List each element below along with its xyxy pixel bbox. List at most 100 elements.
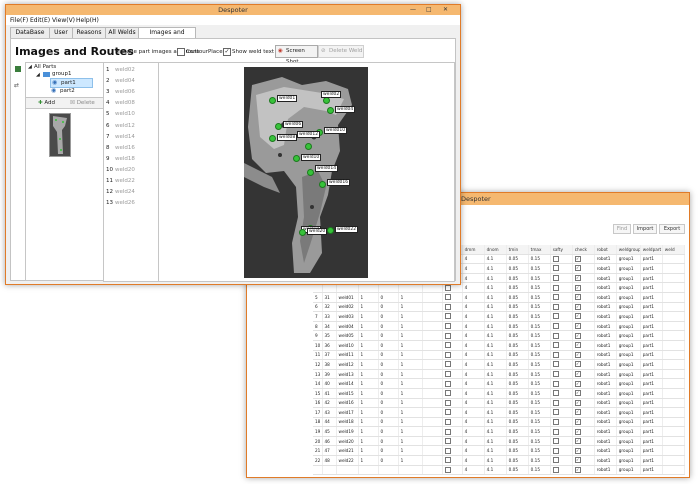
weld-label[interactable]: weld04 (335, 106, 356, 113)
tree-part-selected[interactable]: ◉ part1 (50, 78, 93, 88)
row-checkbox[interactable] (444, 303, 451, 310)
tab-database[interactable]: DataBase (10, 27, 50, 38)
row-checkbox[interactable] (444, 371, 451, 378)
weld-label[interactable]: weld016 (327, 179, 351, 186)
route-icon[interactable]: ⇄ (14, 82, 19, 89)
row-checkbox[interactable] (444, 284, 451, 291)
column-header[interactable]: weld (662, 245, 686, 255)
find-button[interactable]: Find (613, 224, 631, 234)
row-checkbox[interactable] (444, 428, 451, 435)
table-row[interactable]: 19 45 weld19 1 0 1 4 4.1 0.05 0.15 ✓ robot1 group1 pa… (313, 426, 686, 437)
column-header[interactable]: weldgroup (616, 245, 641, 255)
row-checkbox[interactable] (444, 342, 451, 349)
column-header[interactable]: dnom (484, 245, 507, 255)
check-checkbox[interactable]: ✓ (574, 380, 581, 387)
check-checkbox[interactable]: ✓ (574, 342, 581, 349)
weld-list[interactable]: 1 weld02 2 weld04 3 weld06 4 weld08 5 weld10 6 weld… (103, 62, 160, 282)
row-checkbox[interactable] (444, 351, 451, 358)
menu-edit[interactable]: Edit(E) (30, 17, 50, 24)
safety-checkbox[interactable] (552, 457, 559, 464)
check-checkbox[interactable]: ✓ (574, 438, 581, 445)
table-row[interactable]: 8 34 weld04 1 0 1 4 4.1 0.05 0.15 ✓ robot1 group1 par… (313, 321, 686, 332)
safety-checkbox[interactable] (552, 303, 559, 310)
column-header[interactable]: tmin (506, 245, 529, 255)
column-header[interactable]: check (572, 245, 595, 255)
safety-checkbox[interactable] (552, 255, 559, 262)
delete-weld-button[interactable]: ⊘ Delete Weld (318, 45, 364, 58)
column-header[interactable]: weldpart (640, 245, 663, 255)
check-checkbox[interactable]: ✓ (574, 447, 581, 454)
expand-icon[interactable]: ◢ (36, 72, 40, 78)
safety-checkbox[interactable] (552, 438, 559, 445)
check-checkbox[interactable]: ✓ (574, 275, 581, 282)
check-checkbox[interactable]: ✓ (574, 265, 581, 272)
weld-label[interactable]: weld012 (297, 131, 321, 138)
table-row[interactable]: 15 41 weld15 1 0 1 4 4.1 0.05 0.15 ✓ robot1 group1 pa… (313, 388, 686, 399)
contour-place-checkbox[interactable] (177, 48, 185, 56)
row-checkbox[interactable] (444, 399, 451, 406)
image-thumbnails[interactable] (25, 108, 106, 281)
parts-tree[interactable]: ◢ All Parts ◢ group1 ◉ part1 ◉ part2 (25, 62, 106, 98)
column-header[interactable]: safty (550, 245, 573, 255)
safety-checkbox[interactable] (552, 342, 559, 349)
weld-list-item[interactable]: 9 weld18 (104, 154, 159, 165)
weld-list-item[interactable]: 6 weld12 (104, 121, 159, 132)
check-checkbox[interactable]: ✓ (574, 313, 581, 320)
thumbnail-image[interactable] (49, 113, 71, 157)
add-button[interactable]: ✚ Add (38, 99, 55, 107)
check-checkbox[interactable]: ✓ (574, 390, 581, 397)
tree-root[interactable]: All Parts (34, 64, 56, 70)
check-checkbox[interactable]: ✓ (574, 457, 581, 464)
table-row[interactable]: 18 44 weld18 1 0 1 4 4.1 0.05 0.15 ✓ robot1 group1 pa… (313, 417, 686, 428)
safety-checkbox[interactable] (552, 418, 559, 425)
close-icon[interactable]: ✕ (443, 6, 448, 13)
check-checkbox[interactable]: ✓ (574, 332, 581, 339)
weld-point-marker[interactable] (269, 97, 276, 104)
row-checkbox[interactable] (444, 332, 451, 339)
check-checkbox[interactable]: ✓ (574, 399, 581, 406)
check-checkbox[interactable]: ✓ (574, 409, 581, 416)
safety-checkbox[interactable] (552, 447, 559, 454)
export-button[interactable]: Export (659, 224, 685, 234)
table-row[interactable]: 22 48 weld22 1 0 1 4 4.1 0.05 0.15 ✓ robot1 group1 pa… (313, 455, 686, 466)
safety-checkbox[interactable] (552, 409, 559, 416)
weld-label[interactable]: weld010 (324, 127, 348, 134)
weld-point-marker[interactable] (327, 107, 334, 114)
layer-icon[interactable] (15, 66, 21, 72)
weld-list-item[interactable]: 5 weld10 (104, 109, 159, 120)
weld-list-item[interactable]: 12 weld24 (104, 187, 159, 198)
show-weld-text-checkbox[interactable]: ✓ (223, 48, 231, 56)
maximize-icon[interactable]: □ (426, 6, 432, 13)
table-row[interactable]: 7 33 weld03 1 0 1 4 4.1 0.05 0.15 ✓ robot1 group1 par… (313, 311, 686, 322)
row-checkbox[interactable] (444, 361, 451, 368)
weld-list-item[interactable]: 13 weld26 (104, 198, 159, 209)
safety-checkbox[interactable] (552, 284, 559, 291)
screen-shot-button[interactable]: ◉ Screen Shot (275, 45, 318, 65)
weld-list-item[interactable]: 7 weld14 (104, 132, 159, 143)
safety-checkbox[interactable] (552, 371, 559, 378)
import-button[interactable]: Import (633, 224, 657, 234)
row-checkbox[interactable] (444, 418, 451, 425)
table-row[interactable]: 12 38 weld12 1 0 1 4 4.1 0.05 0.15 ✓ robot1 group1 pa… (313, 359, 686, 370)
tree-part-2[interactable]: part2 (60, 88, 75, 94)
table-row[interactable]: 17 43 weld17 1 0 1 4 4.1 0.05 0.15 ✓ robot1 group1 pa… (313, 407, 686, 418)
menu-file[interactable]: File(F) (10, 17, 28, 24)
row-checkbox[interactable] (444, 466, 451, 473)
weld-point-marker[interactable] (307, 169, 314, 176)
safety-checkbox[interactable] (552, 323, 559, 330)
weld-label[interactable]: weld08 (277, 134, 298, 141)
safety-checkbox[interactable] (552, 399, 559, 406)
table-row[interactable]: 14 40 weld14 1 0 1 4 4.1 0.05 0.15 ✓ robot1 group1 pa… (313, 378, 686, 389)
weld-point-marker[interactable] (327, 227, 334, 234)
table-row[interactable]: 4 4.1 0.05 0.15 ✓ robot1 group1 part1 (313, 465, 686, 476)
check-checkbox[interactable]: ✓ (574, 371, 581, 378)
row-checkbox[interactable] (444, 457, 451, 464)
menu-view[interactable]: View(V) (52, 17, 75, 24)
row-checkbox[interactable] (444, 409, 451, 416)
table-row[interactable]: 11 37 weld11 1 0 1 4 4.1 0.05 0.15 ✓ robot1 group1 pa… (313, 350, 686, 361)
weld-list-item[interactable]: 8 weld16 (104, 143, 159, 154)
minimize-icon[interactable]: — (410, 6, 416, 13)
check-checkbox[interactable]: ✓ (574, 418, 581, 425)
weld-point-marker[interactable] (275, 123, 282, 130)
safety-checkbox[interactable] (552, 351, 559, 358)
